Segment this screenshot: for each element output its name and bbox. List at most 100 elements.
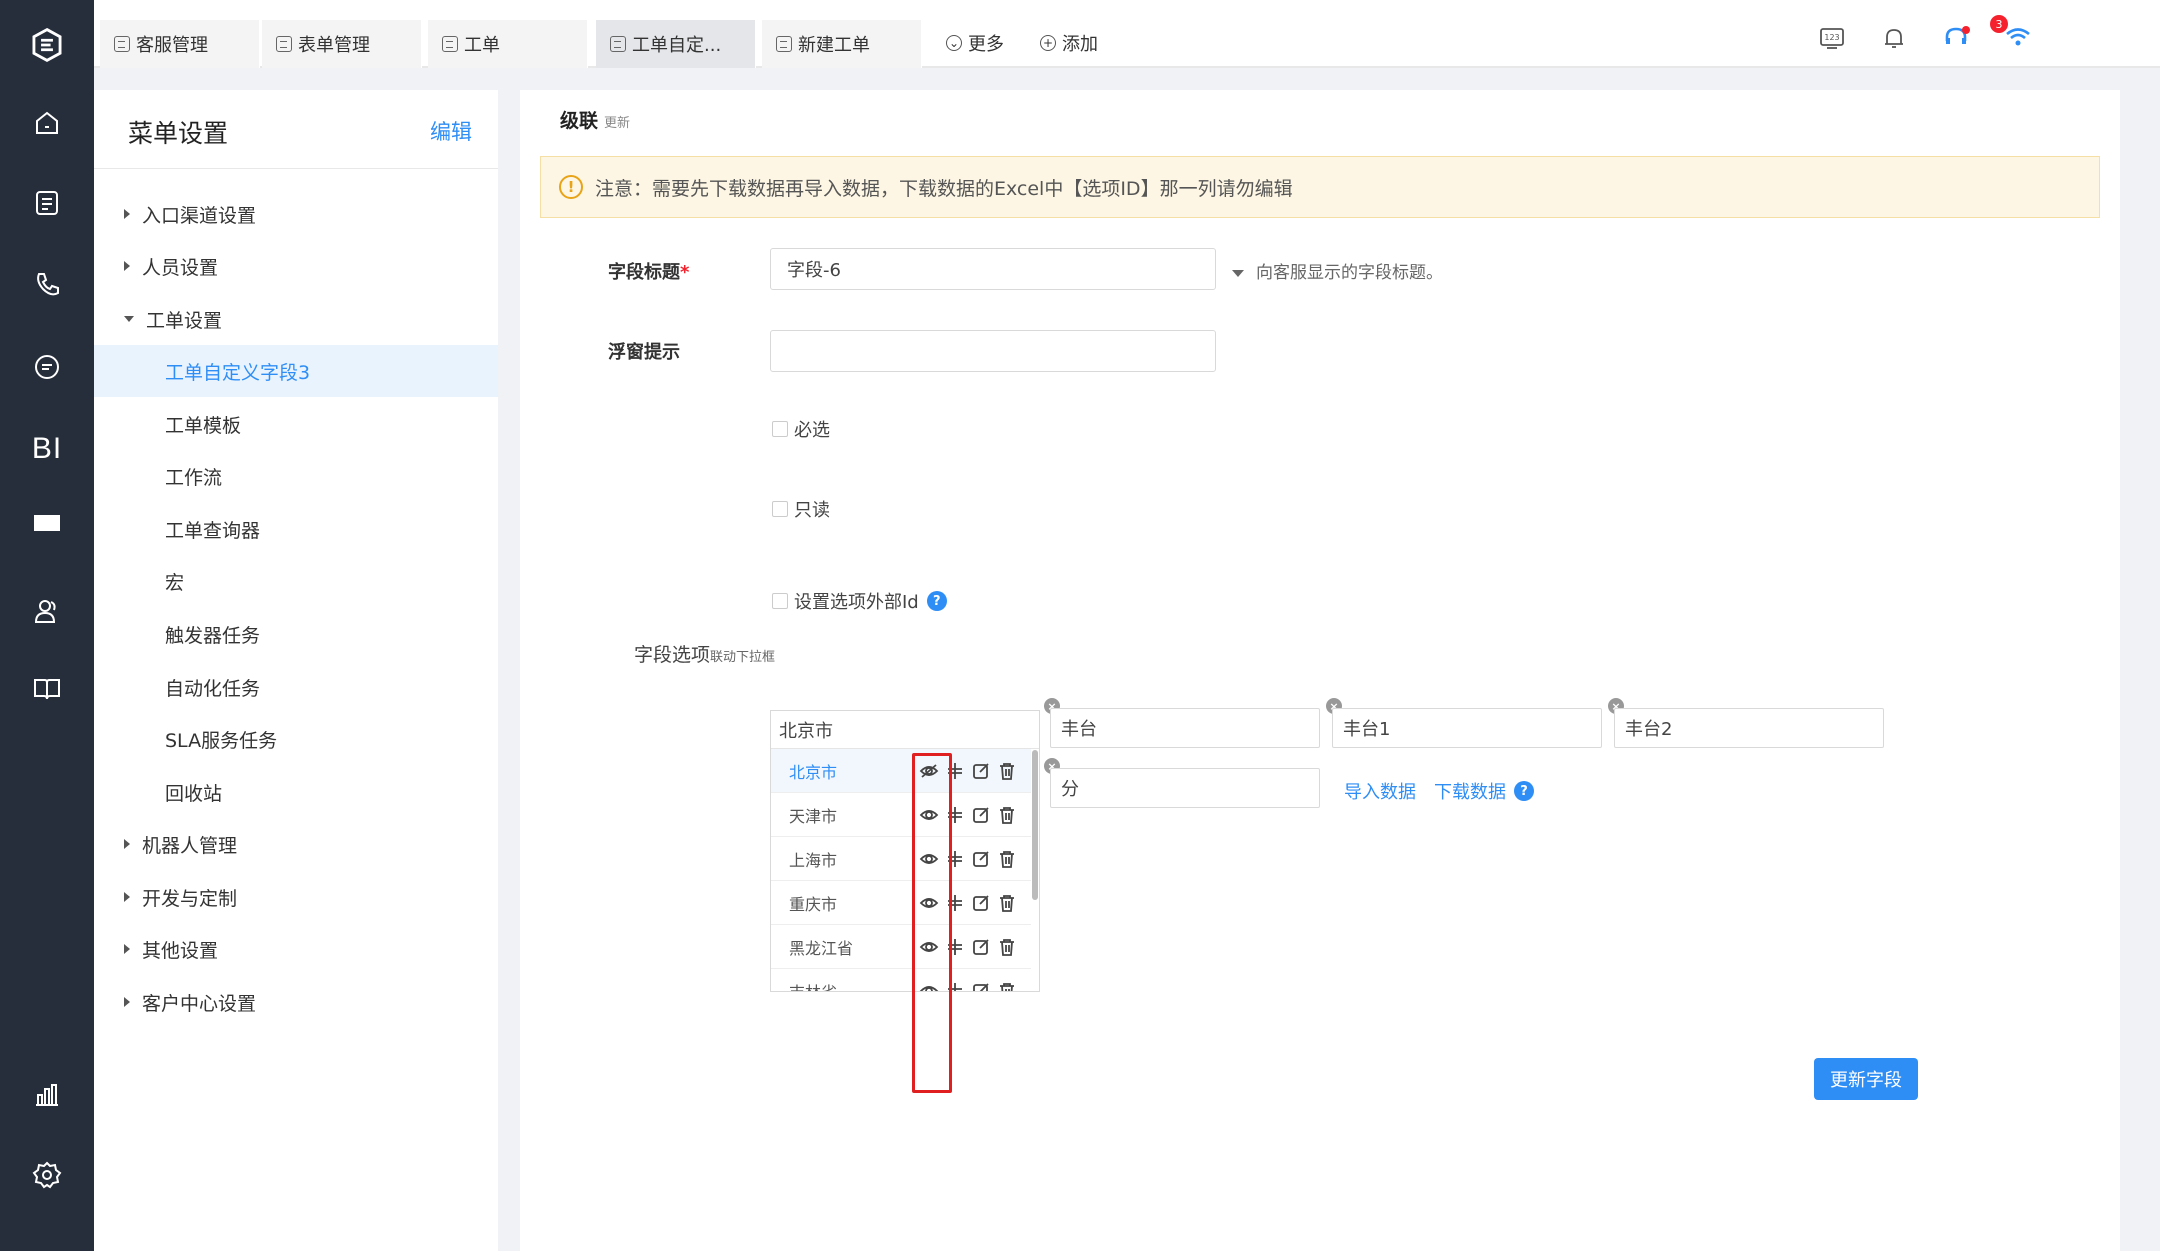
tab-ticket-custom[interactable]: 工单自定... — [596, 20, 756, 68]
external-id-checkbox[interactable]: 设置选项外部Id? — [772, 588, 947, 614]
app-logo[interactable] — [24, 22, 70, 68]
notice-text: 注意：需要先下载数据再导入数据，下载数据的Excel中【选项ID】那一列请勿编辑 — [595, 177, 1293, 200]
level1-header-input[interactable]: 北京市 — [771, 711, 1039, 749]
sidebar-item-label: 开发与定制 — [142, 887, 238, 910]
add-tab-button[interactable]: + 添加 — [1040, 30, 1098, 56]
bi-icon[interactable]: BI — [24, 426, 70, 472]
tab-ticket[interactable]: 工单 — [428, 20, 588, 68]
list-item[interactable]: 重庆市 — [771, 881, 1031, 925]
tab-customer-service[interactable]: 客服管理 — [100, 20, 260, 68]
list-item-label: 重庆市 — [789, 894, 838, 914]
sidebar-item-other[interactable]: 其他设置 — [94, 923, 498, 975]
help-icon[interactable]: ? — [1514, 781, 1534, 801]
checkbox-box[interactable] — [772, 421, 788, 437]
language-dropdown-caret-icon[interactable] — [1232, 270, 1244, 277]
list-item[interactable]: 北京市 — [771, 749, 1031, 793]
ticket-icon[interactable] — [24, 180, 70, 226]
sidebar-item-macro[interactable]: 宏 — [94, 555, 498, 607]
phone-icon[interactable] — [24, 262, 70, 308]
sidebar-item-staff[interactable]: 人员设置 — [94, 240, 498, 292]
sidebar-edit-link[interactable]: 编辑 — [430, 116, 472, 146]
bell-icon[interactable] — [1876, 20, 1912, 56]
sidebar-item-recycle-bin[interactable]: 回收站 — [94, 766, 498, 818]
breadcrumb-title: 级联 — [560, 110, 599, 132]
more-label: 更多 — [968, 34, 1004, 55]
import-data-link[interactable]: 导入数据 — [1344, 778, 1416, 804]
required-checkbox[interactable]: 必选 — [772, 416, 830, 442]
more-menu[interactable]: ⌄ 更多 — [946, 30, 1004, 56]
chat-icon[interactable] — [24, 344, 70, 390]
sidebar-item-ticket-query[interactable]: 工单查询器 — [94, 503, 498, 555]
users-icon[interactable] — [24, 588, 70, 634]
list-item-label: 黑龙江省 — [789, 938, 854, 958]
sidebar-item-ticket-settings[interactable]: 工单设置 — [94, 293, 498, 345]
keyboard-icon[interactable]: 123 — [1814, 20, 1850, 56]
field-title-input[interactable]: 字段-6 — [770, 248, 1216, 290]
sidebar-item-workflow[interactable]: 工作流 — [94, 450, 498, 502]
caret-right-icon — [124, 997, 130, 1007]
edit-icon[interactable] — [971, 981, 991, 993]
tab-form-management[interactable]: 表单管理 — [262, 20, 422, 68]
sidebar-item-robot[interactable]: 机器人管理 — [94, 818, 498, 870]
settings-gear-icon[interactable] — [24, 1152, 70, 1198]
trash-icon[interactable] — [997, 761, 1017, 781]
list-item[interactable]: 黑龙江省 — [771, 925, 1031, 969]
trash-icon[interactable] — [997, 937, 1017, 957]
sidebar-item-label: 入口渠道设置 — [142, 204, 257, 227]
doc-icon — [610, 36, 626, 52]
sidebar-item-trigger-tasks[interactable]: 触发器任务 — [94, 608, 498, 660]
trash-icon[interactable] — [997, 805, 1017, 825]
trash-icon[interactable] — [997, 981, 1017, 993]
sidebar-item-label: 触发器任务 — [165, 624, 261, 647]
help-icon[interactable]: ? — [926, 591, 947, 611]
trash-icon[interactable] — [997, 849, 1017, 869]
sidebar-item-label: 工单查询器 — [165, 519, 261, 542]
home-icon[interactable] — [24, 100, 70, 146]
sidebar-item-customer-center[interactable]: 客户中心设置 — [94, 976, 498, 1028]
card-icon[interactable] — [24, 500, 70, 546]
tooltip-input[interactable] — [770, 330, 1216, 372]
caret-right-icon — [124, 892, 130, 902]
sidebar-item-ticket-template[interactable]: 工单模板 — [94, 398, 498, 450]
stats-icon[interactable] — [24, 1072, 70, 1118]
sidebar-title: 菜单设置 — [128, 119, 229, 148]
update-field-button[interactable]: 更新字段 — [1814, 1058, 1918, 1100]
sidebar-item-ticket-custom-field[interactable]: 工单自定义字段3 — [94, 345, 498, 397]
trash-icon[interactable] — [997, 893, 1017, 913]
level2b-input[interactable]: 分 — [1050, 768, 1320, 808]
caret-right-icon — [124, 209, 130, 219]
level1-options-list[interactable]: 北京市 北京市 天津市 上海市 重庆市 黑龙江省 吉林省 — [770, 710, 1040, 992]
edit-icon[interactable] — [971, 761, 991, 781]
sidebar-item-dev[interactable]: 开发与定制 — [94, 871, 498, 923]
readonly-checkbox[interactable]: 只读 — [772, 496, 830, 522]
sidebar-item-label: 回收站 — [165, 782, 223, 805]
tab-label: 表单管理 — [298, 35, 370, 56]
caret-right-icon — [124, 944, 130, 954]
tab-new-ticket[interactable]: 新建工单 — [762, 20, 922, 68]
edit-icon[interactable] — [971, 937, 991, 957]
level3-input[interactable]: 丰台1 — [1332, 708, 1602, 748]
edit-icon[interactable] — [971, 893, 991, 913]
required-mark: * — [680, 262, 690, 283]
list-item[interactable]: 吉林省 — [771, 969, 1031, 993]
level2-input[interactable]: 丰台 — [1050, 708, 1320, 748]
sidebar-item-entry-channels[interactable]: 入口渠道设置 — [94, 188, 498, 240]
list-scrollbar[interactable] — [1032, 750, 1038, 900]
edit-icon[interactable] — [971, 849, 991, 869]
level4-input[interactable]: 丰台2 — [1614, 708, 1884, 748]
book-icon[interactable] — [24, 666, 70, 712]
checkbox-box[interactable] — [772, 501, 788, 517]
sidebar-item-label: 工单模板 — [165, 414, 242, 437]
edit-icon[interactable] — [971, 805, 991, 825]
sidebar-item-sla-tasks[interactable]: SLA服务任务 — [94, 713, 498, 765]
list-item[interactable]: 上海市 — [771, 837, 1031, 881]
add-label: 添加 — [1062, 34, 1098, 55]
download-data-link[interactable]: 下载数据? — [1434, 778, 1534, 804]
doc-icon — [776, 36, 792, 52]
sidebar-item-label: 机器人管理 — [142, 834, 238, 857]
sidebar-item-automation-tasks[interactable]: 自动化任务 — [94, 661, 498, 713]
list-item[interactable]: 天津市 — [771, 793, 1031, 837]
top-bar: 客服管理 表单管理 工单 工单自定... 新建工单 ⌄ 更多 + 添加 123 3 — [94, 0, 2160, 68]
checkbox-box[interactable] — [772, 593, 788, 609]
headset-icon[interactable] — [1938, 20, 1974, 56]
